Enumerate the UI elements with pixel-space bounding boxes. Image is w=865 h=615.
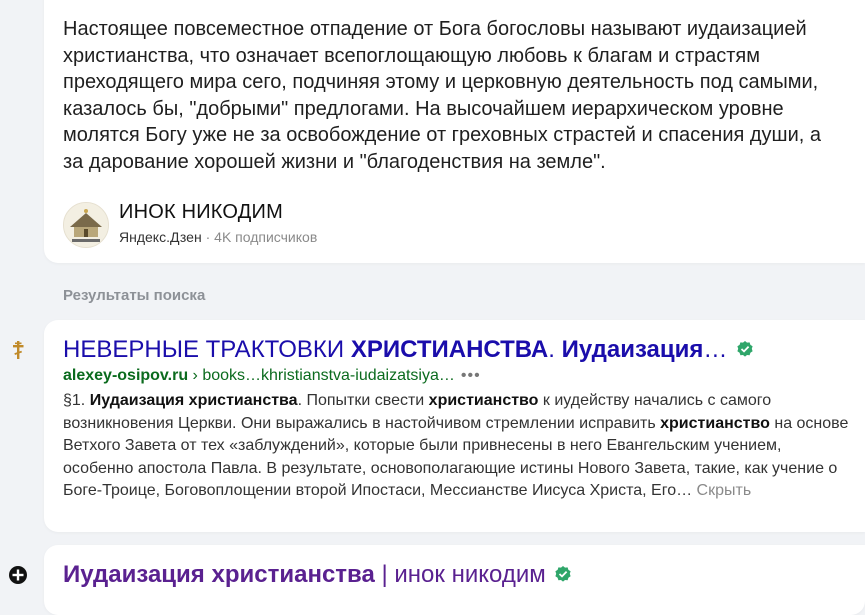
result-title-link[interactable]: Иудаизация христианства | инок никодим bbox=[63, 561, 572, 590]
channel-name[interactable]: ИНОК НИКОДИМ bbox=[119, 201, 283, 224]
platform-name[interactable]: Яндекс.Дзен bbox=[119, 229, 202, 245]
results-heading: Результаты поиска bbox=[63, 287, 206, 304]
meta-separator: · bbox=[205, 229, 211, 245]
result-url[interactable]: alexey-osipov.ru › books…khristianstva-i… bbox=[63, 367, 481, 385]
collapse-link[interactable]: Скрыть bbox=[697, 482, 752, 499]
verified-icon bbox=[736, 337, 754, 365]
plus-circle-icon[interactable] bbox=[8, 565, 28, 585]
more-options-icon[interactable]: ••• bbox=[461, 367, 481, 384]
result-title-link[interactable]: НЕВЕРНЫЕ ТРАКТОВКИ ХРИСТИАНСТВА. Иудаиза… bbox=[63, 336, 754, 365]
monastery-logo-icon bbox=[64, 203, 108, 247]
result-domain[interactable]: alexey-osipov.ru bbox=[63, 367, 188, 384]
verified-icon bbox=[554, 562, 572, 590]
channel-meta: Яндекс.Дзен · 4K подписчиков bbox=[119, 229, 317, 245]
result-snippet: §1. Иудаизация христианства. Попытки све… bbox=[63, 392, 849, 499]
result-path[interactable]: › books…khristianstva-iudaizatsiya… bbox=[188, 367, 455, 384]
channel-avatar[interactable] bbox=[63, 202, 109, 248]
answer-text: Настоящее повсеместное отпадение от Бога… bbox=[63, 18, 822, 173]
subscriber-count: 4K подписчиков bbox=[214, 229, 318, 245]
orthodox-cross-icon[interactable] bbox=[8, 340, 28, 360]
